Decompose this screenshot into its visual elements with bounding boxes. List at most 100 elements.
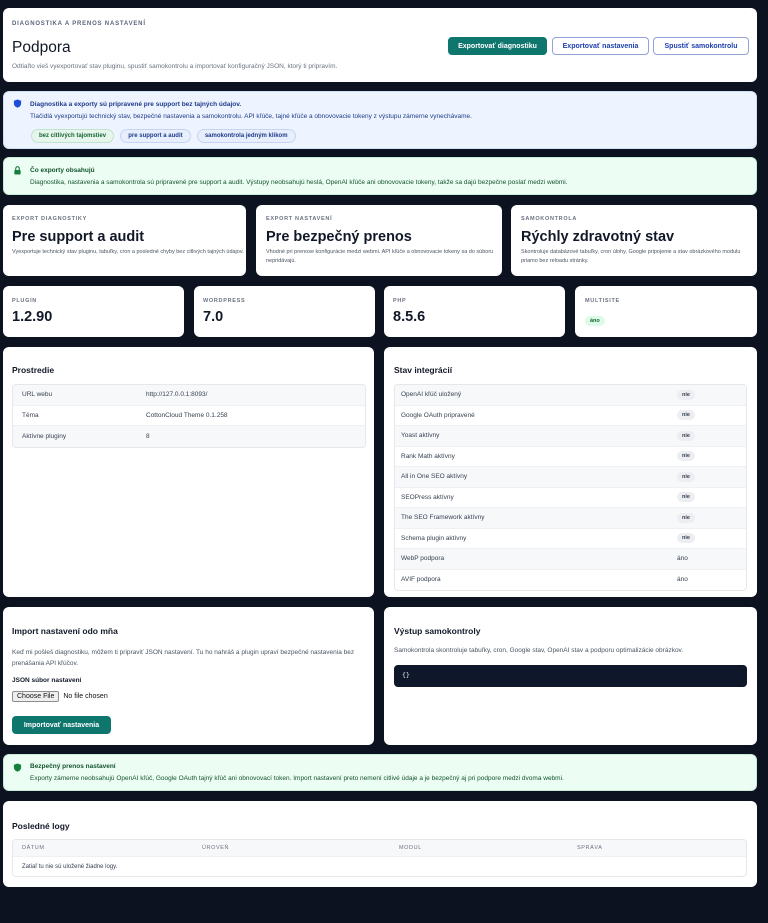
stat-label: MULTISITE — [585, 298, 620, 304]
integration-key: AVIF podpora — [401, 576, 441, 584]
feature-title: Pre support a audit — [12, 229, 145, 245]
logs-col-level: ÚROVEŇ — [202, 845, 230, 851]
table-row: AVIF podpora áno — [395, 570, 746, 591]
import-title: Import nastavení odo mňa — [12, 626, 118, 636]
table-row: OpenAI kľúč uložený nie — [395, 385, 746, 406]
chip-no-secrets: bez citlivých tajomstiev — [31, 129, 115, 143]
feature-text: Skontroluje databázové tabuľky, cron úlo… — [521, 249, 741, 264]
status-badge: nie — [677, 492, 695, 503]
table-row: Google OAuth pripravené nie — [395, 406, 746, 426]
table-row: WebP podpora áno — [395, 549, 746, 570]
export-diagnostics-button[interactable]: Exportovať diagnostiku — [448, 37, 547, 55]
logs-col-message: SPRÁVA — [577, 845, 603, 851]
page-subtitle: Odtiaľto vieš vyexportovať stav pluginu,… — [12, 63, 338, 70]
integration-key: OpenAI kľúč uložený — [401, 391, 462, 399]
stat-value: 1.2.90 — [12, 309, 53, 325]
notice-info-text: Tlačidlá vyexportujú technický stav, bez… — [30, 113, 472, 120]
stat-label: PLUGIN — [12, 298, 37, 304]
status-badge: nie — [677, 410, 695, 421]
header-card: DIAGNOSTIKA A PRENOS NASTAVENÍ Podpora O… — [3, 8, 757, 82]
choose-file-button[interactable]: Choose File — [12, 691, 60, 702]
env-value: http://127.0.0.1:8093/ — [146, 391, 208, 399]
notice-info-chips: bez citlivých tajomstiev pre support a a… — [31, 129, 300, 143]
notice-exports: Čo exporty obsahujú Diagnostika, nastave… — [3, 157, 757, 195]
selfcheck-output-text: {} — [402, 671, 410, 679]
multisite-badge: áno — [585, 316, 605, 326]
table-row: Yoast aktívny nie — [395, 426, 746, 447]
file-status: No file chosen — [63, 693, 108, 700]
integration-key: Yoast aktívny — [401, 432, 440, 440]
status-badge: nie — [677, 471, 695, 482]
logs-col-date: DÁTUM — [22, 845, 45, 851]
notice-transfer-title: Bezpečný prenos nastavení — [30, 763, 116, 770]
feature-title: Pre bezpečný prenos — [266, 229, 412, 245]
stat-multisite: MULTISITE áno — [575, 286, 757, 337]
integrations-table: OpenAI kľúč uložený nie Google OAuth pripr… — [394, 384, 747, 591]
status-badge: nie — [677, 451, 695, 462]
page-title: Podpora — [12, 39, 71, 56]
env-key: URL webu — [22, 391, 53, 399]
logs-table: DÁTUM ÚROVEŇ MODUL SPRÁVA Zatiaľ tu nie … — [12, 839, 747, 877]
env-value: CottonCloud Theme 0.1.258 — [146, 411, 228, 419]
feature-card-diagnostics: EXPORT DIAGNOSTIKY Pre support a audit V… — [3, 205, 246, 276]
table-row: The SEO Framework aktívny nie — [395, 508, 746, 529]
logs-empty-row: Zatiaľ tu nie sú uložené žiadne logy. — [13, 857, 746, 876]
status-badge: nie — [677, 389, 695, 400]
status-badge: nie — [677, 512, 695, 523]
integration-key: Schema plugin aktívny — [401, 534, 467, 542]
environment-title: Prostredie — [12, 365, 55, 375]
stat-label: PHP — [393, 298, 407, 304]
stat-value: 8.5.6 — [393, 309, 426, 325]
integration-value: áno — [677, 555, 688, 563]
table-row: All in One SEO aktívny nie — [395, 467, 746, 488]
import-card: Import nastavení odo mňa Keď mi pošleš d… — [3, 607, 374, 745]
stat-value: 7.0 — [203, 309, 224, 325]
env-value: 8 — [146, 432, 150, 440]
feature-label: EXPORT NASTAVENÍ — [266, 216, 333, 222]
import-settings-button[interactable]: Importovať nastavenia — [12, 716, 111, 734]
notice-info-title: Diagnostika a exporty sú pripravené pre … — [30, 101, 242, 108]
export-settings-button[interactable]: Exportovať nastavenia — [552, 37, 649, 55]
feature-card-selfcheck: SAMOKONTROLA Rýchly zdravotný stav Skont… — [511, 205, 757, 276]
feature-text: Vhodné pri prenose konfigurácie medzi we… — [266, 249, 494, 264]
notice-info: Diagnostika a exporty sú pripravené pre … — [3, 91, 757, 149]
integration-key: Rank Math aktívny — [401, 452, 455, 460]
logs-header-row: DÁTUM ÚROVEŇ MODUL SPRÁVA — [13, 840, 746, 857]
table-row: URL webu http://127.0.0.1:8093/ — [13, 385, 365, 406]
table-row: Téma CottonCloud Theme 0.1.258 — [13, 406, 365, 426]
selfcheck-card: Výstup samokontroly Samokontrola skontro… — [384, 607, 757, 745]
logs-card: Posledné logy DÁTUM ÚROVEŇ MODUL SPRÁVA … — [3, 801, 757, 887]
stat-wordpress: WORDPRESS 7.0 — [194, 286, 375, 337]
chip-support-audit: pre support a audit — [120, 129, 191, 143]
table-row: Schema plugin aktívny nie — [395, 529, 746, 549]
import-text: Keď mi pošleš diagnostiku, môžem ti prip… — [12, 649, 355, 667]
environment-card: Prostredie URL webu http://127.0.0.1:809… — [3, 347, 374, 597]
notice-transfer-text: Exporty zámerne neobsahujú OpenAI kľúč, … — [30, 775, 564, 782]
feature-label: EXPORT DIAGNOSTIKY — [12, 216, 87, 222]
file-label: JSON súbor nastavení — [12, 677, 82, 684]
notice-exports-title: Čo exporty obsahujú — [30, 167, 95, 174]
integration-key: SEOPress aktívny — [401, 493, 454, 501]
integration-key: Google OAuth pripravené — [401, 411, 475, 419]
selfcheck-title: Výstup samokontroly — [394, 626, 481, 636]
table-row: Aktívne pluginy 8 — [13, 426, 365, 447]
integration-key: WebP podpora — [401, 555, 445, 563]
integration-value: áno — [677, 576, 688, 584]
table-row: Rank Math aktívny nie — [395, 447, 746, 467]
stat-php: PHP 8.5.6 — [384, 286, 565, 337]
file-input[interactable]: Choose File No file chosen — [12, 691, 108, 702]
logs-col-module: MODUL — [399, 845, 422, 851]
stat-plugin: PLUGIN 1.2.90 — [3, 286, 184, 337]
integrations-card: Stav integrácií OpenAI kľúč uložený nie Go… — [384, 347, 757, 597]
logs-title: Posledné logy — [12, 821, 70, 831]
env-key: Téma — [22, 411, 39, 419]
run-selfcheck-button[interactable]: Spustiť samokontrolu — [653, 37, 749, 55]
status-badge: nie — [677, 533, 695, 544]
integration-key: All in One SEO aktívny — [401, 473, 468, 481]
feature-text: Vyexportuje technický stav pluginu, tabu… — [12, 249, 244, 255]
feature-label: SAMOKONTROLA — [521, 216, 578, 222]
shield-icon — [13, 763, 22, 772]
selfcheck-output: {} — [394, 665, 747, 687]
notice-transfer: Bezpečný prenos nastavení Exporty zámern… — [3, 754, 757, 791]
notice-exports-text: Diagnostika, nastavenia a samokontrola s… — [30, 179, 568, 186]
